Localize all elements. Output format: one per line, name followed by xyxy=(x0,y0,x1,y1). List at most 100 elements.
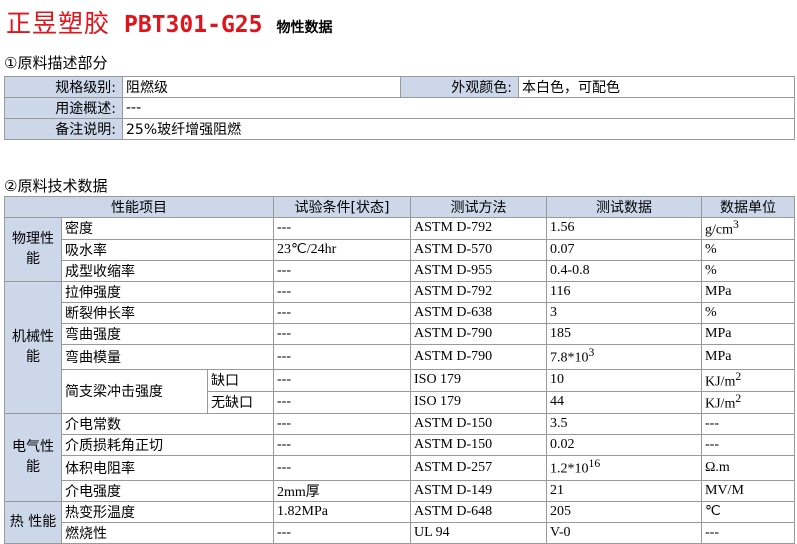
condition: --- xyxy=(273,454,411,481)
condition: --- xyxy=(273,280,411,303)
data-sup: 16 xyxy=(588,457,601,471)
sub-property: 无缺口 xyxy=(207,390,274,414)
property-name: 简支梁冲击强度 xyxy=(61,368,208,414)
data-value: 0.4-0.8 xyxy=(546,259,702,282)
data-value: 10 xyxy=(546,368,702,392)
unit: KJ/m2 xyxy=(701,390,795,414)
method: ISO 179 xyxy=(410,390,547,414)
unit-text: KJ/m xyxy=(705,396,736,412)
data-value: 21 xyxy=(546,479,702,502)
table-row: 介电强度 2mm厚 ASTM D-149 21 MV/M xyxy=(5,479,795,502)
unit: g/cm3 xyxy=(701,217,795,240)
unit: MPa xyxy=(701,280,795,303)
data-value: 0.07 xyxy=(546,238,702,261)
page-title: 正昱塑胶 PBT301-G25 物性数据 xyxy=(6,4,333,48)
condition: --- xyxy=(273,217,411,240)
unit: KJ/m2 xyxy=(701,368,795,392)
method: ISO 179 xyxy=(410,368,547,392)
desc-label: 规格级别: xyxy=(4,76,123,98)
condition: 23℃/24hr xyxy=(273,238,411,261)
method: ASTM D-150 xyxy=(410,433,547,456)
unit: % xyxy=(701,238,795,261)
property-name: 热变形温度 xyxy=(61,500,274,523)
desc-label: 备注说明: xyxy=(4,118,123,140)
data-value: 0.02 xyxy=(546,433,702,456)
data-value: 1.56 xyxy=(546,217,702,240)
method: ASTM D-792 xyxy=(410,217,547,240)
unit: --- xyxy=(701,412,795,435)
data-sup: 3 xyxy=(588,346,595,360)
desc-value: 本白色，可配色 xyxy=(518,76,795,98)
model-name: PBT301-G25 xyxy=(124,12,263,38)
data-text: 1.2*10 xyxy=(550,461,589,477)
desc-row-remark: 备注说明: 25%玻纤增强阻燃 xyxy=(4,118,795,140)
condition: --- xyxy=(273,433,411,456)
method: UL 94 xyxy=(410,521,547,544)
section1-title: ①原料描述部分 xyxy=(4,54,108,72)
property-name: 断裂伸长率 xyxy=(61,301,274,324)
tech-data-table: 性能项目 试验条件[状态] 测试方法 测试数据 数据单位 物理性能 密度 ---… xyxy=(4,196,795,544)
company-name: 正昱塑胶 xyxy=(6,9,111,38)
unit: MPa xyxy=(701,322,795,345)
property-name: 密度 xyxy=(61,217,274,240)
property-name: 燃烧性 xyxy=(61,521,274,544)
method: ASTM D-149 xyxy=(410,479,547,502)
property-name: 拉伸强度 xyxy=(61,280,274,303)
data-value: 3.5 xyxy=(546,412,702,435)
table-row: 简支梁冲击强度 缺口 --- ISO 179 10 KJ/m2 xyxy=(5,368,795,414)
data-value: 1.2*1016 xyxy=(546,454,702,481)
table-row: 热 性能 热变形温度 1.82MPa ASTM D-648 205 ℃ xyxy=(4,500,795,544)
unit-sup: 2 xyxy=(735,391,742,405)
property-name: 成型收缩率 xyxy=(61,259,274,282)
desc-label: 外观颜色: xyxy=(400,76,519,98)
table-row: 弯曲模量 --- ASTM D-790 7.8*103 MPa xyxy=(5,343,795,370)
method: ASTM D-638 xyxy=(410,301,547,324)
property-name: 弯曲强度 xyxy=(61,322,274,345)
property-name: 弯曲模量 xyxy=(61,343,274,370)
condition: 2mm厚 xyxy=(273,479,411,502)
method: ASTM D-257 xyxy=(410,454,547,481)
section2-title: ②原料技术数据 xyxy=(4,177,108,195)
desc-row-grade: 规格级别: 阻燃级 外观颜色: 本白色，可配色 xyxy=(4,76,795,98)
data-text: 7.8*10 xyxy=(550,350,589,366)
condition: --- xyxy=(273,412,411,435)
unit: ℃ xyxy=(701,500,795,523)
condition: --- xyxy=(273,368,411,392)
data-value: V-0 xyxy=(546,521,702,544)
table-row: 吸水率 23℃/24hr ASTM D-570 0.07 % xyxy=(5,238,795,261)
header-property: 性能项目 xyxy=(4,196,274,218)
condition: --- xyxy=(273,521,411,544)
condition: --- xyxy=(273,322,411,345)
unit-text: KJ/m xyxy=(705,374,736,390)
header-method: 测试方法 xyxy=(410,196,547,218)
property-name: 介质损耗角正切 xyxy=(61,433,274,456)
data-value: 7.8*103 xyxy=(546,343,702,370)
sub-property: 缺口 xyxy=(207,368,274,392)
unit-sup: 2 xyxy=(735,369,742,383)
table-row: 电气性能 介电常数 --- ASTM D-150 3.5 --- xyxy=(4,412,795,502)
method: ASTM D-790 xyxy=(410,343,547,370)
property-name: 吸水率 xyxy=(61,238,274,261)
data-value: 44 xyxy=(546,390,702,414)
unit: % xyxy=(701,259,795,282)
method: ASTM D-955 xyxy=(410,259,547,282)
desc-value: 25%玻纤增强阻燃 xyxy=(122,118,795,140)
unit: MPa xyxy=(701,343,795,370)
description-table: 规格级别: 阻燃级 外观颜色: 本白色，可配色 用途概述: --- 备注说明: … xyxy=(4,76,795,140)
data-value: 185 xyxy=(546,322,702,345)
unit-sup: 3 xyxy=(733,218,739,231)
property-name: 介电强度 xyxy=(61,479,274,502)
table-header: 性能项目 试验条件[状态] 测试方法 测试数据 数据单位 xyxy=(4,196,795,218)
table-row: 成型收缩率 --- ASTM D-955 0.4-0.8 % xyxy=(5,259,795,282)
unit-text: g/cm xyxy=(705,222,733,238)
unit: --- xyxy=(701,521,795,544)
table-row: 断裂伸长率 --- ASTM D-638 3 % xyxy=(5,301,795,324)
category-physical: 物理性能 xyxy=(4,217,62,282)
data-value: 205 xyxy=(546,500,702,523)
method: ASTM D-648 xyxy=(410,500,547,523)
desc-row-usage: 用途概述: --- xyxy=(4,97,795,119)
desc-value: --- xyxy=(122,97,795,119)
subtitle: 物性数据 xyxy=(276,20,333,36)
table-row: 燃烧性 --- UL 94 V-0 --- xyxy=(5,521,795,544)
unit: --- xyxy=(701,433,795,456)
